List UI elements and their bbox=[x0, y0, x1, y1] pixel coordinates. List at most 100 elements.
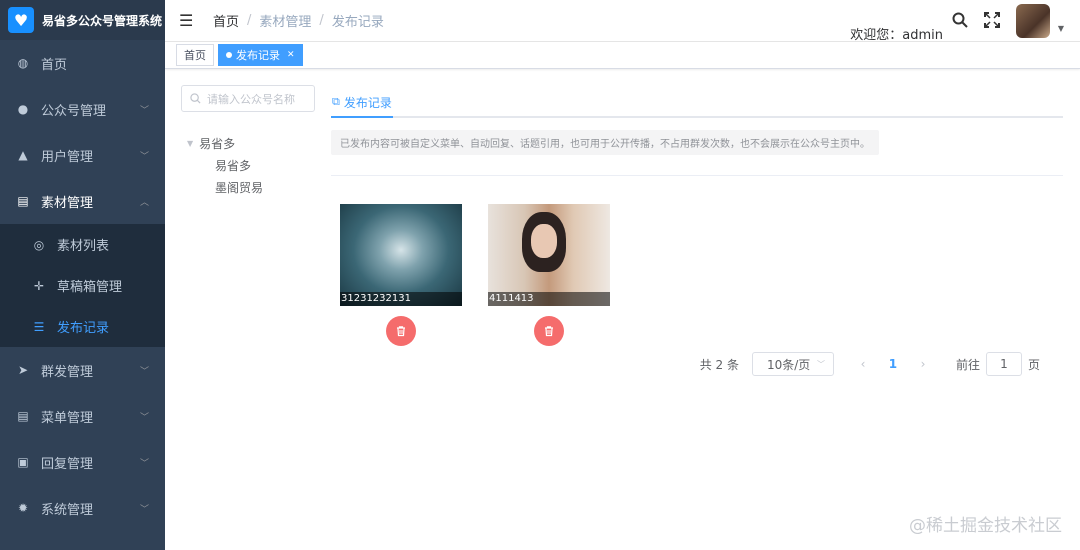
goto-input[interactable]: 1 bbox=[985, 352, 1022, 376]
cover-image[interactable]: 31231232131 bbox=[340, 204, 462, 306]
dashboard-icon: ◍ bbox=[17, 56, 29, 70]
tag-home[interactable]: 首页 bbox=[176, 44, 214, 66]
welcome-text: 欢迎您：admin bbox=[850, 28, 943, 43]
document-icon: ▤ bbox=[17, 194, 29, 208]
prev-page-button[interactable]: ‹ bbox=[850, 357, 876, 371]
divider bbox=[331, 175, 1063, 176]
page-unit-label: 页 bbox=[1027, 357, 1040, 372]
sidebar-item-replies[interactable]: ▣ 回复管理 ﹀ bbox=[0, 439, 165, 485]
menu-icon: ▤ bbox=[17, 409, 29, 423]
sidebar-subitem-material-list[interactable]: ◎ 素材列表 bbox=[0, 224, 165, 265]
chevron-down-icon: ﹀ bbox=[816, 359, 825, 369]
sidebar-subitem-publish-records[interactable]: ☰ 发布记录 bbox=[0, 306, 165, 347]
sidebar: ♥ 易省多公众号管理系统 ◍ 首页 ● 公众号管理 ﹀ ▲ 用户管理 ﹀ ▤ 素… bbox=[0, 0, 165, 550]
tag-label: 首页 bbox=[184, 49, 206, 62]
submenu-materials: ◎ 素材列表 ✛ 草稿箱管理 ☰ 发布记录 bbox=[0, 224, 165, 347]
search-icon[interactable] bbox=[952, 12, 968, 28]
search-icon bbox=[190, 93, 201, 104]
tree-node-root[interactable]: ▼ 易省多 bbox=[181, 132, 315, 154]
aperture-icon: ◎ bbox=[33, 237, 45, 252]
wechat-icon: ● bbox=[17, 102, 29, 116]
publish-card-list: 31231232131 4111413 bbox=[331, 204, 1063, 346]
chevron-down-icon: ﹀ bbox=[139, 366, 149, 377]
breadcrumb-materials: 素材管理 bbox=[259, 15, 312, 30]
sidebar-item-menus[interactable]: ▤ 菜单管理 ﹀ bbox=[0, 393, 165, 439]
caret-down-icon[interactable]: ▼ bbox=[1058, 24, 1064, 33]
cover-image[interactable]: 4111413 bbox=[488, 204, 610, 306]
reply-icon: ▣ bbox=[17, 455, 29, 469]
sidebar-item-label: 回复管理 bbox=[41, 456, 94, 472]
sidebar-item-label: 公众号管理 bbox=[41, 103, 107, 119]
tag-label: 发布记录 bbox=[236, 49, 280, 62]
sidebar-item-label: 群发管理 bbox=[41, 364, 94, 380]
breadcrumb-separator: / bbox=[247, 13, 252, 28]
main-content: ⧉ 发布记录 已发布内容可被自定义菜单、自动回复、话题引用，也可用于公开传播，不… bbox=[331, 88, 1063, 346]
sidebar-item-system[interactable]: ✹ 系统管理 ﹀ bbox=[0, 485, 165, 531]
chevron-down-icon: ﹀ bbox=[139, 105, 149, 116]
watermark: @稀土掘金技术社区 bbox=[909, 516, 1062, 536]
sidebar-item-label: 用户管理 bbox=[41, 149, 94, 165]
delete-button[interactable] bbox=[534, 316, 564, 346]
external-link-icon: ⧉ bbox=[332, 95, 340, 108]
tree-node-child[interactable]: 墨阁贸易 bbox=[181, 176, 315, 198]
fullscreen-icon[interactable] bbox=[984, 12, 1000, 28]
sidebar-item-accounts[interactable]: ● 公众号管理 ﹀ bbox=[0, 86, 165, 132]
sidebar-item-home[interactable]: ◍ 首页 bbox=[0, 40, 165, 86]
sidebar-item-users[interactable]: ▲ 用户管理 ﹀ bbox=[0, 132, 165, 178]
trash-icon bbox=[545, 326, 553, 337]
tree-node-label: 墨阁贸易 bbox=[215, 180, 264, 195]
publish-card: 4111413 bbox=[488, 204, 610, 346]
pagination: 共 2 条 10条/页 ﹀ ‹ 1 › 前往 1 页 bbox=[700, 352, 1040, 376]
account-search-input[interactable]: 请输入公众号名称 bbox=[181, 85, 315, 112]
close-icon[interactable]: ✕ bbox=[287, 50, 295, 60]
card-caption: 31231232131 bbox=[340, 292, 462, 306]
sidebar-item-label: 发布记录 bbox=[57, 321, 110, 336]
sidebar-item-label: 素材管理 bbox=[41, 195, 94, 211]
tree-node-child[interactable]: 易省多 bbox=[181, 154, 315, 176]
page-size-select[interactable]: 10条/页 ﹀ bbox=[751, 352, 834, 376]
sidebar-item-label: 系统管理 bbox=[41, 502, 94, 518]
sidebar-item-materials[interactable]: ▤ 素材管理 ︿ bbox=[0, 178, 165, 224]
sidebar-item-label: 草稿箱管理 bbox=[57, 280, 123, 295]
breadcrumb-home[interactable]: 首页 bbox=[213, 11, 239, 30]
page-size-value: 10条/页 bbox=[766, 357, 811, 372]
account-tree-panel: 请输入公众号名称 ▼ 易省多 易省多 墨阁贸易 bbox=[181, 85, 315, 198]
user-icon: ▲ bbox=[18, 148, 28, 162]
breadcrumb-separator: / bbox=[319, 13, 324, 28]
tab-bar: ⧉ 发布记录 bbox=[331, 88, 1063, 118]
tags-view: 首页 发布记录 ✕ bbox=[165, 42, 1080, 69]
card-caption: 4111413 bbox=[488, 292, 610, 306]
breadcrumb: 首页 / 素材管理 / 发布记录 bbox=[213, 11, 384, 30]
logo[interactable]: ♥ 易省多公众号管理系统 bbox=[0, 0, 165, 40]
hamburger-icon[interactable]: ☰ bbox=[179, 11, 195, 30]
app-title: 易省多公众号管理系统 bbox=[42, 13, 163, 28]
publish-card: 31231232131 bbox=[340, 204, 462, 346]
avatar[interactable] bbox=[1016, 4, 1050, 38]
active-dot-icon bbox=[226, 52, 232, 58]
portrait-figure bbox=[522, 212, 566, 272]
caret-down-icon[interactable]: ▼ bbox=[187, 139, 193, 148]
chevron-down-icon: ﹀ bbox=[139, 412, 149, 423]
page-jumper: 前往 1 页 bbox=[956, 352, 1040, 376]
tree-node-label: 易省多 bbox=[215, 158, 252, 173]
tab-publish-records[interactable]: ⧉ 发布记录 bbox=[331, 88, 393, 118]
page-number[interactable]: 1 bbox=[880, 357, 906, 371]
account-tree: ▼ 易省多 易省多 墨阁贸易 bbox=[181, 132, 315, 198]
tab-label: 发布记录 bbox=[343, 95, 392, 110]
trash-icon bbox=[397, 326, 405, 337]
send-icon: ➤ bbox=[17, 363, 29, 377]
gear-icon: ✹ bbox=[17, 501, 29, 515]
sidebar-item-broadcast[interactable]: ➤ 群发管理 ﹀ bbox=[0, 347, 165, 393]
chevron-down-icon: ﹀ bbox=[139, 458, 149, 469]
sidebar-item-label: 素材列表 bbox=[57, 239, 110, 254]
sidebar-item-label: 菜单管理 bbox=[41, 410, 94, 426]
next-page-button[interactable]: › bbox=[910, 357, 936, 371]
delete-button[interactable] bbox=[386, 316, 416, 346]
search-placeholder: 请输入公众号名称 bbox=[207, 92, 295, 106]
chevron-down-icon: ﹀ bbox=[139, 504, 149, 515]
sidebar-subitem-drafts[interactable]: ✛ 草稿箱管理 bbox=[0, 265, 165, 306]
list-icon: ☰ bbox=[33, 319, 45, 334]
move-icon: ✛ bbox=[33, 278, 45, 293]
tag-publish-records[interactable]: 发布记录 ✕ bbox=[218, 44, 303, 66]
breadcrumb-current: 发布记录 bbox=[331, 15, 384, 30]
